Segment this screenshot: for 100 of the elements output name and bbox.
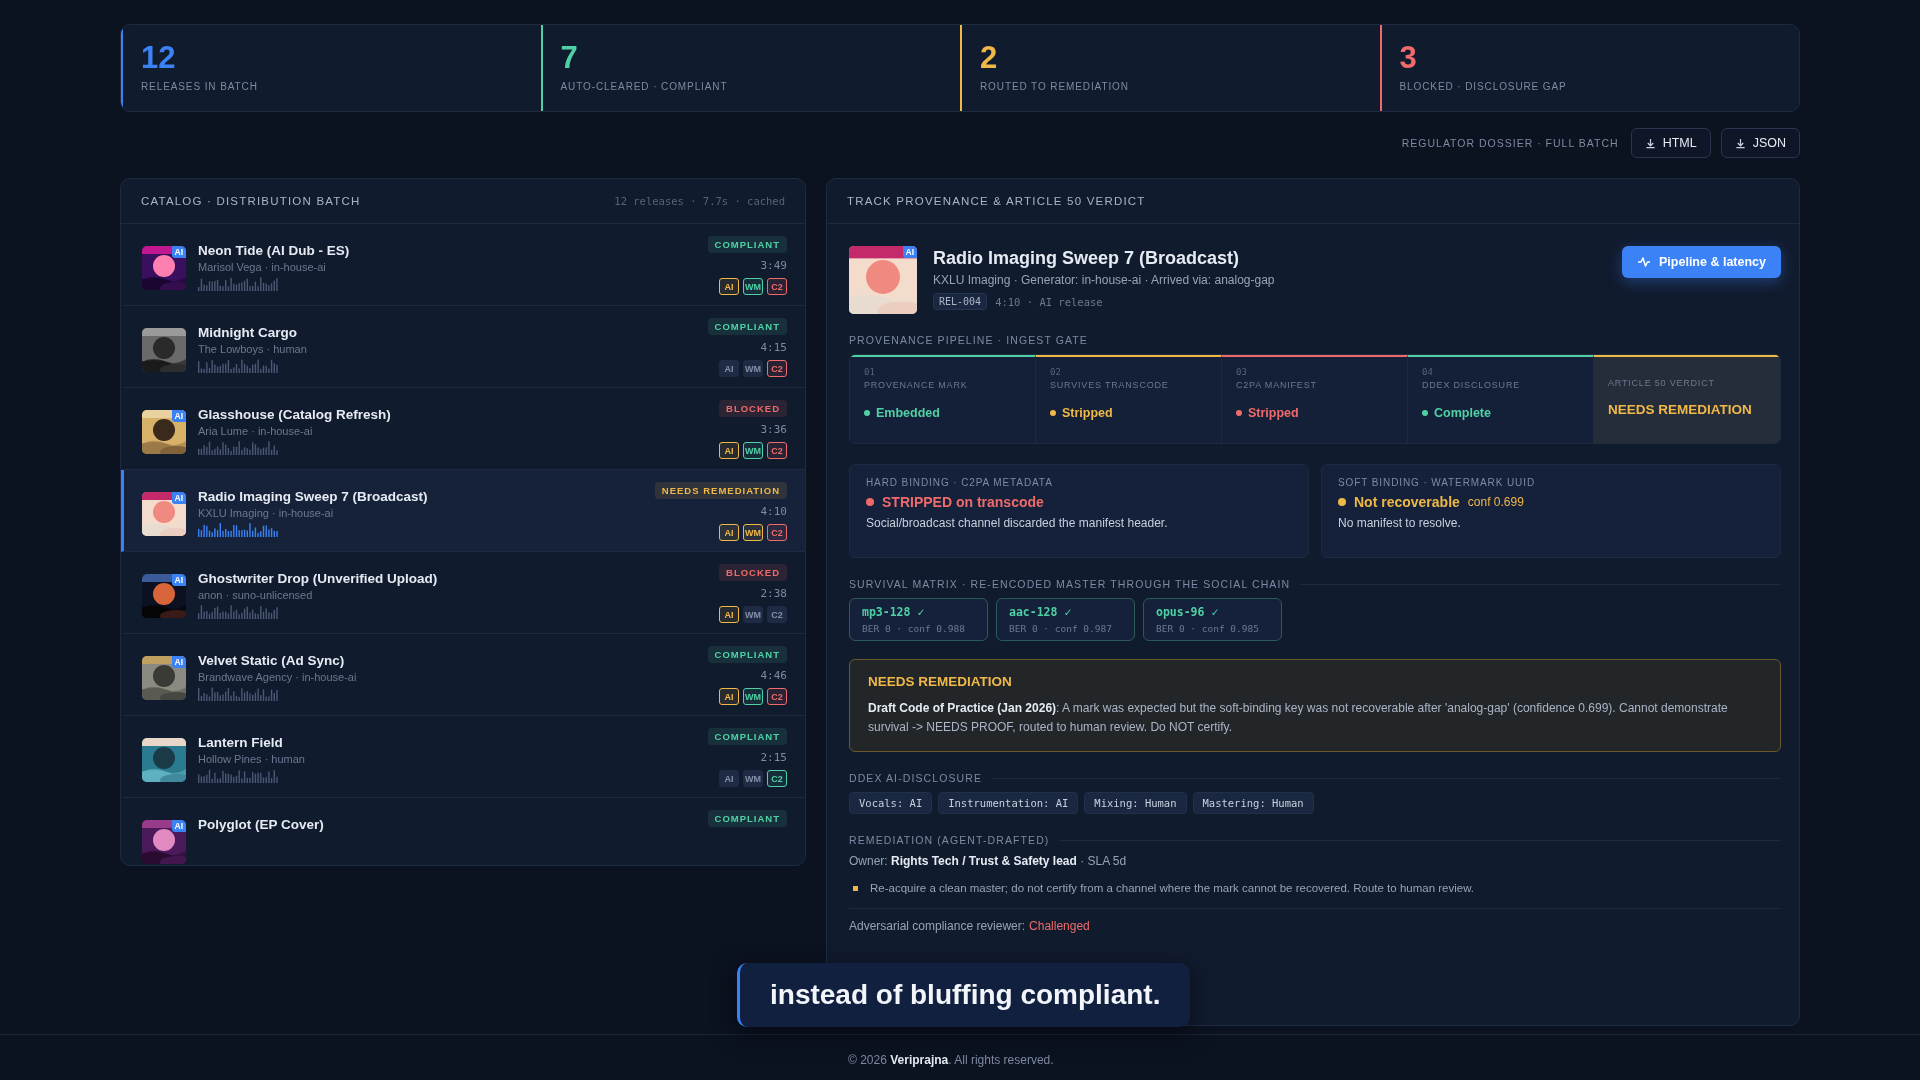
stage-label: PROVENANCE MARK — [864, 380, 968, 390]
track-artist: Hollow Pines · human — [198, 753, 306, 765]
track-title: Neon Tide (AI Dub - ES) — [198, 243, 351, 258]
status-badge: COMPLIANT — [707, 236, 787, 253]
stat-label: ROUTED TO REMEDIATION — [980, 81, 1129, 93]
stage-number: 03 — [1236, 367, 1247, 377]
track-artist: Marisol Vega · in-house-ai — [198, 261, 327, 273]
disclosure-chip: Mastering: Human — [1192, 792, 1314, 815]
stage-label: SURVIVES TRANSCODE — [1050, 380, 1169, 390]
check-tag: AI — [719, 606, 739, 623]
waveform-icon — [198, 359, 279, 373]
waveform-icon — [198, 523, 279, 537]
track-title: Ghostwriter Drop (Unverified Upload) — [198, 571, 439, 586]
track-row[interactable]: AI Radio Imaging Sweep 7 (Broadcast) KXLU Imaging · in-house-ai NEEDS REMEDIATION 4:10 AI WM C2 — [121, 470, 805, 552]
codec-detail: BER 0 · conf 0.988 — [862, 623, 965, 634]
track-row[interactable]: AI Polyglot (EP Cover) COMPLIANT — [121, 798, 805, 865]
stage-number: 04 — [1422, 367, 1433, 377]
pulse-icon — [1637, 256, 1651, 268]
pipeline-button[interactable]: Pipeline & latency — [1622, 246, 1781, 278]
track-artist: KXLU Imaging · in-house-ai — [198, 507, 335, 519]
notice-text: Draft Code of Practice (Jan 2026): A mark was expected but the soft-binding key was not recoverable after 'analog-gap' (confidence 0.699). Cannot demonstrate survival -> NEEDS PROOF, routed to human review. Do NOT certify. — [868, 700, 1729, 737]
track-duration: 3:36 — [760, 423, 787, 436]
stage-value: Embedded — [864, 406, 940, 420]
track-title: Lantern Field — [198, 735, 284, 750]
binding-title: HARD BINDING · C2PA METADATA — [866, 477, 1053, 488]
waveform-icon — [198, 687, 279, 701]
status-badge: COMPLIANT — [707, 646, 787, 663]
check-tag: WM — [743, 770, 763, 787]
disclosure-chip: Vocals: AI — [849, 792, 933, 815]
check-tag: WM — [743, 278, 763, 295]
dossier-label: REGULATOR DOSSIER · FULL BATCH — [1401, 137, 1619, 149]
check-tag: C2 — [767, 688, 787, 705]
check-tag: WM — [743, 524, 763, 541]
check-tag: WM — [743, 688, 763, 705]
status-badge: BLOCKED — [719, 400, 787, 417]
section-label: DDEX AI-DISCLOSURE — [849, 772, 982, 785]
disclosure-chip: Instrumentation: AI — [938, 792, 1079, 815]
panel-title: CATALOG · DISTRIBUTION BATCH — [141, 195, 361, 207]
download-button[interactable]: JSON — [1720, 128, 1800, 158]
panel-title: TRACK PROVENANCE & ARTICLE 50 VERDICT — [847, 195, 1146, 207]
track-duration: 2:15 — [760, 751, 787, 764]
track-artist: Brandwave Agency · in-house-ai — [198, 671, 358, 683]
track-artist: anon · suno-unlicensed — [198, 589, 314, 601]
track-title: Glasshouse (Catalog Refresh) — [198, 407, 392, 422]
download-icon — [1734, 137, 1746, 149]
owner-line: Owner: Rights Tech / Trust & Safety lead · SLA 5d — [849, 854, 1128, 869]
check-tag: WM — [743, 606, 763, 623]
section-label: PROVENANCE PIPELINE · INGEST GATE — [849, 334, 1089, 346]
stat-value: 7 — [560, 41, 578, 76]
stat-value: 3 — [1399, 41, 1417, 76]
track-duration: 4:10 — [760, 505, 787, 518]
track-duration: 4:15 — [760, 341, 787, 354]
check-tag: C2 — [767, 360, 787, 377]
reviewer-verdict: Challenged — [1029, 919, 1090, 934]
release-id: REL-004 — [933, 293, 988, 310]
disclosure-chip: Mixing: Human — [1084, 792, 1187, 815]
batch-meta: 12 releases · 7.7s · cached — [614, 195, 785, 207]
check-tag: C2 — [767, 442, 787, 459]
stage-label: DDEX DISCLOSURE — [1422, 380, 1521, 390]
check-tag: AI — [719, 770, 739, 787]
status-badge: COMPLIANT — [707, 728, 787, 745]
check-tag: C2 — [767, 770, 787, 787]
binding-status: STRIPPED on transcode — [882, 494, 1044, 510]
track-row[interactable]: AI Velvet Static (Ad Sync) Brandwave Agency · in-house-ai COMPLIANT 4:46 AI WM C2 — [121, 634, 805, 716]
track-title: Polyglot (EP Cover) — [198, 817, 325, 832]
section-label: REMEDIATION (AGENT-DRAFTED) — [849, 834, 1050, 847]
release-info: 4:10 · AI release — [995, 295, 1103, 308]
track-row[interactable]: Lantern Field Hollow Pines · human COMPLIANT 2:15 AI WM C2 — [121, 716, 805, 798]
stage-value: Complete — [1422, 406, 1491, 420]
check-tag: AI — [719, 360, 739, 377]
caption: instead of bluffing compliant. — [737, 963, 1191, 1027]
stat-label: BLOCKED · DISCLOSURE GAP — [1399, 81, 1567, 93]
status-badge: COMPLIANT — [707, 318, 787, 335]
track-row[interactable]: Midnight Cargo The Lowboys · human COMPLIANT 4:15 AI WM C2 — [121, 306, 805, 388]
check-tag: AI — [719, 442, 739, 459]
codec-name: mp3-128 ✓ — [862, 605, 925, 619]
codec-name: aac-128 ✓ — [1009, 605, 1072, 619]
stat-value: 2 — [980, 41, 998, 76]
download-button[interactable]: HTML — [1630, 128, 1711, 158]
notice-title: NEEDS REMEDIATION — [868, 674, 1012, 689]
check-tag: WM — [743, 360, 763, 377]
stat-value: 12 — [141, 41, 176, 76]
binding-title: SOFT BINDING · WATERMARK UUID — [1338, 477, 1536, 488]
track-row[interactable]: AI Neon Tide (AI Dub - ES) Marisol Vega · in-house-ai COMPLIANT 3:49 AI WM C2 — [121, 224, 805, 306]
binding-text: Social/broadcast channel discarded the manifest header. — [866, 516, 1168, 530]
bullet-icon — [853, 885, 858, 891]
track-row[interactable]: AI Ghostwriter Drop (Unverified Upload) anon · suno-unlicensed BLOCKED 2:38 AI WM C2 — [121, 552, 805, 634]
codec-name: opus-96 ✓ — [1156, 605, 1219, 619]
remediation-step: Re-acquire a clean master; do not certify from a channel where the mark cannot be recovered. Route to human review. — [870, 882, 1475, 895]
check-tag: AI — [719, 688, 739, 705]
download-icon — [1644, 137, 1656, 149]
track-duration: 3:49 — [760, 259, 787, 272]
binding-status: Not recoverable — [1354, 494, 1460, 510]
check-tag: AI — [719, 524, 739, 541]
verdict-label: ARTICLE 50 VERDICT — [1608, 378, 1715, 388]
verdict-value: NEEDS REMEDIATION — [1608, 402, 1752, 417]
stage-number: 02 — [1050, 367, 1061, 377]
track-artist: The Lowboys · human — [198, 343, 308, 355]
check-tag: AI — [719, 278, 739, 295]
reviewer-label: Adversarial compliance reviewer: — [849, 919, 1026, 934]
